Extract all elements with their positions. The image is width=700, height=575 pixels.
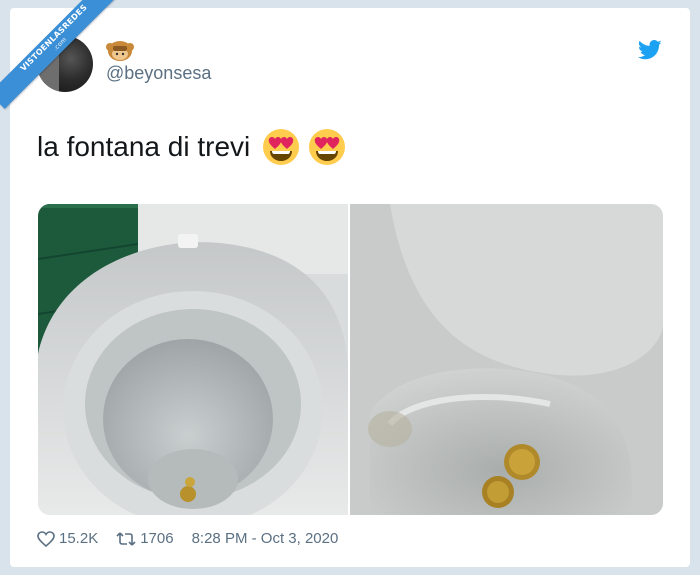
user-handle[interactable]: @beyonsesa <box>106 63 211 84</box>
retweet-count: 1706 <box>140 530 174 547</box>
like-count: 15.2K <box>59 530 99 547</box>
heart-eyes-emoji-icon <box>309 129 346 165</box>
tweet-text-content: la fontana di trevi <box>37 131 251 162</box>
toilet-photo-left[interactable] <box>38 204 348 515</box>
toilet-photo-right[interactable] <box>350 204 663 515</box>
like-group[interactable]: 15.2K <box>37 530 98 547</box>
tweet-footer: 15.2K 1706 8:28 PM - Oct 3, 2020 <box>37 530 338 547</box>
retweet-icon[interactable] <box>116 531 136 547</box>
heart-eyes-emoji-icon <box>263 129 300 165</box>
timestamp[interactable]: 8:28 PM - Oct 3, 2020 <box>192 530 339 547</box>
monkey-emoji-icon <box>106 41 134 61</box>
retweet-group[interactable]: 1706 <box>116 530 174 547</box>
tweet-text: la fontana di trevi <box>37 128 346 166</box>
heart-icon[interactable] <box>37 530 55 547</box>
twitter-bird-icon[interactable] <box>638 40 662 60</box>
tweet-media[interactable] <box>38 204 663 515</box>
